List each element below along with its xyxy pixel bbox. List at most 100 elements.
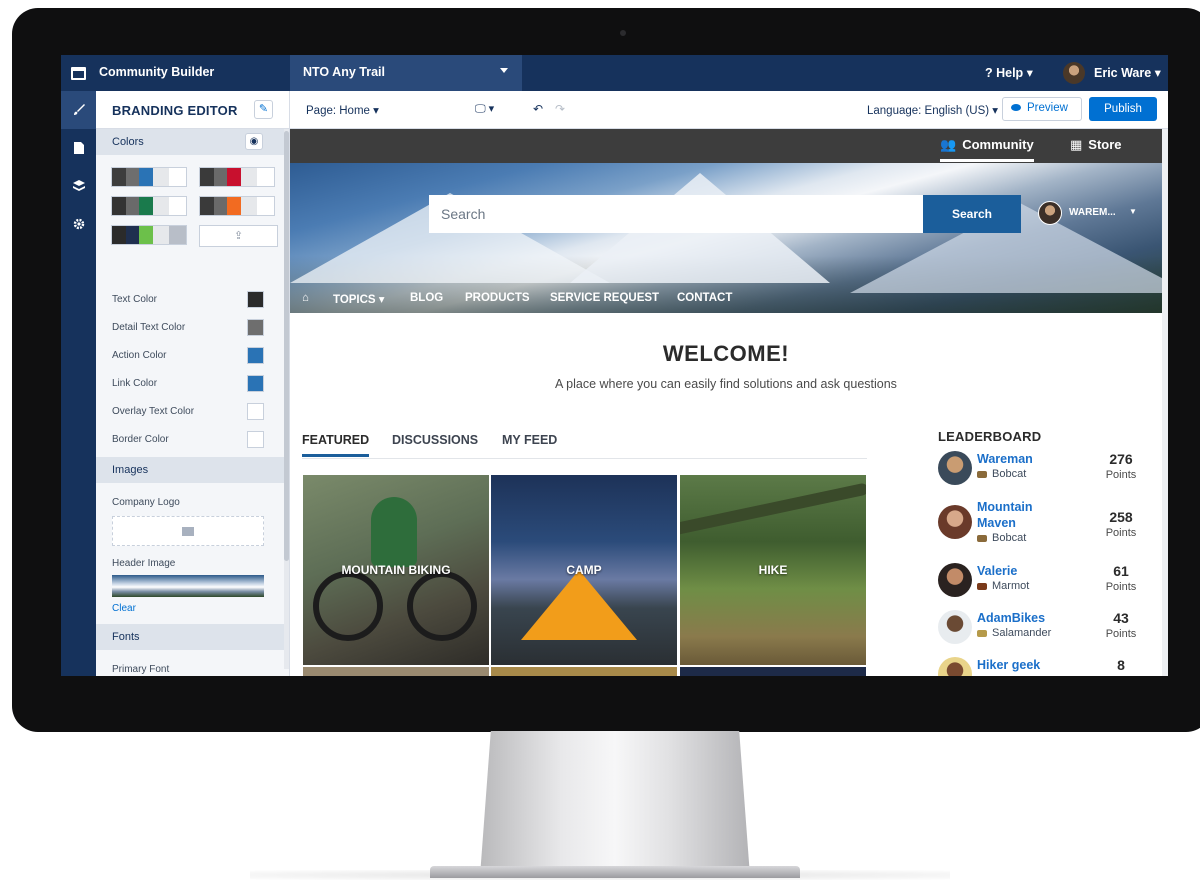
nav-blog[interactable]: BLOG	[410, 292, 443, 304]
avatar[interactable]	[938, 505, 972, 539]
palette-color-chip	[227, 168, 241, 186]
panel-scrollbar[interactable]	[284, 129, 289, 669]
page-selector[interactable]: Page: Home ▾	[306, 103, 379, 117]
color-swatch[interactable]	[247, 347, 264, 364]
community-tab[interactable]: 👥 Community	[940, 137, 1034, 162]
redo-icon[interactable]: ↷	[555, 102, 565, 116]
tab-featured[interactable]: FEATURED	[302, 433, 370, 457]
palette-color-chip	[240, 168, 258, 186]
avatar[interactable]	[938, 610, 972, 644]
nav-products[interactable]: PRODUCTS	[465, 292, 530, 304]
left-icon-rail	[61, 91, 96, 676]
color-palettes: ⇪	[96, 155, 289, 263]
avatar[interactable]	[938, 657, 972, 676]
topic-tile-hike[interactable]: HIKE	[680, 475, 866, 665]
topic-tile[interactable]	[303, 667, 489, 676]
color-row[interactable]: Action Color	[96, 341, 289, 369]
avatar[interactable]	[938, 563, 972, 597]
nav-service-request[interactable]: SERVICE REQUEST	[550, 292, 659, 304]
topic-tile-mountain-biking[interactable]: MOUNTAIN BIKING	[303, 475, 489, 665]
member-name[interactable]: Wareman	[977, 451, 1033, 467]
home-icon[interactable]: ⌂	[302, 292, 309, 304]
monitor-stand	[480, 731, 750, 876]
palette-color-chip	[152, 226, 170, 244]
tab-my-feed[interactable]: MY FEED	[502, 433, 557, 447]
edit-pencil-icon[interactable]: ✎	[254, 100, 273, 119]
member-name[interactable]: AdamBikes	[977, 610, 1045, 626]
color-row-label: Link Color	[112, 378, 158, 389]
member-name[interactable]: Hiker geek	[977, 657, 1040, 673]
company-logo-dropzone[interactable]	[112, 516, 264, 546]
color-row[interactable]: Link Color	[96, 369, 289, 397]
help-menu[interactable]: ? Help ▾	[985, 65, 1033, 80]
palette-swatch[interactable]	[199, 167, 275, 187]
member-rank: Salamander	[977, 627, 1051, 639]
palette-color-chip	[139, 168, 153, 186]
layers-icon[interactable]	[61, 167, 96, 205]
nav-topics[interactable]: TOPICS ▾	[333, 292, 385, 306]
color-swatch[interactable]	[247, 403, 264, 420]
member-name[interactable]: Valerie	[977, 563, 1017, 579]
color-swatch[interactable]	[247, 291, 264, 308]
palette-swatch[interactable]	[111, 196, 187, 216]
paintbrush-icon[interactable]	[61, 91, 96, 129]
page-icon[interactable]	[61, 129, 96, 167]
topic-tile[interactable]	[680, 667, 866, 676]
hero-banner: Search Search WAREM... ▼ ⌂ TOPICS ▾ BLOG…	[290, 163, 1162, 313]
palette-color-chip	[125, 226, 140, 244]
palette-color-chip	[227, 197, 241, 215]
webcam-dot	[620, 30, 626, 36]
topic-tile[interactable]	[491, 667, 677, 676]
avatar[interactable]	[938, 451, 972, 485]
upload-palette-button[interactable]: ⇪	[199, 225, 278, 247]
user-menu[interactable]: Eric Ware ▾	[1094, 65, 1161, 80]
color-row[interactable]: Border Color	[96, 425, 289, 453]
nav-contact[interactable]: CONTACT	[677, 292, 732, 304]
header-image-thumbnail[interactable]	[112, 575, 264, 597]
member-points: 43 Points	[1105, 610, 1137, 640]
member-points: 61 Points	[1105, 563, 1137, 593]
store-tab[interactable]: ▦ Store	[1070, 137, 1122, 153]
canvas-scrollbar[interactable]	[1162, 129, 1168, 676]
tab-discussions[interactable]: DISCUSSIONS	[392, 433, 478, 447]
preview-button[interactable]: Preview	[1002, 97, 1082, 121]
panel-header: BRANDING EDITOR ✎	[96, 91, 289, 129]
undo-icon[interactable]: ↶	[533, 102, 543, 116]
gear-icon[interactable]	[61, 205, 96, 243]
color-row[interactable]: Detail Text Color	[96, 313, 289, 341]
topic-tile-camp[interactable]: CAMP	[491, 475, 677, 665]
site-picker[interactable]: NTO Any Trail	[290, 55, 522, 91]
member-points: 8	[1117, 657, 1125, 673]
site-user-avatar[interactable]	[1038, 201, 1062, 225]
user-avatar[interactable]	[1063, 62, 1085, 84]
palette-picker-icon[interactable]: ◉	[245, 133, 263, 150]
palette-swatch[interactable]	[199, 196, 275, 216]
palette-color-chip	[139, 226, 153, 244]
color-row[interactable]: Text Color	[96, 285, 289, 313]
member-points: 258 Points	[1105, 509, 1137, 539]
site-user-name[interactable]: WAREM...	[1069, 207, 1116, 218]
color-swatch[interactable]	[247, 319, 264, 336]
site-canvas: 👥 Community ▦ Store Search Search WAREM...…	[290, 129, 1162, 676]
site-search-button[interactable]: Search	[923, 195, 1021, 233]
clear-link[interactable]: Clear	[96, 603, 289, 614]
color-swatch[interactable]	[247, 431, 264, 448]
app-launcher-icon[interactable]	[61, 55, 96, 91]
palette-color-chip	[257, 197, 274, 215]
color-row[interactable]: Overlay Text Color	[96, 397, 289, 425]
palette-swatch[interactable]	[111, 167, 187, 187]
color-swatch[interactable]	[247, 375, 264, 392]
palette-color-chip	[169, 226, 186, 244]
leaderboard: LEADERBOARD Wareman Bobcat 276 Points Mou…	[938, 429, 1160, 676]
badge-icon	[977, 470, 987, 478]
eye-icon	[1011, 104, 1021, 112]
publish-button[interactable]: Publish	[1089, 97, 1157, 121]
device-preview-icon[interactable]: 🖵 ▾	[475, 102, 494, 116]
chevron-down-icon[interactable]: ▼	[1129, 207, 1137, 216]
site-search-input[interactable]: Search	[429, 195, 923, 233]
tile-label: MOUNTAIN BIKING	[341, 563, 451, 577]
branding-editor-panel: BRANDING EDITOR ✎ Colors ◉ ⇪ Text Color …	[96, 91, 290, 676]
language-selector[interactable]: Language: English (US) ▾	[867, 103, 998, 117]
member-name[interactable]: Mountain Maven	[977, 499, 1033, 531]
palette-swatch[interactable]	[111, 225, 187, 245]
